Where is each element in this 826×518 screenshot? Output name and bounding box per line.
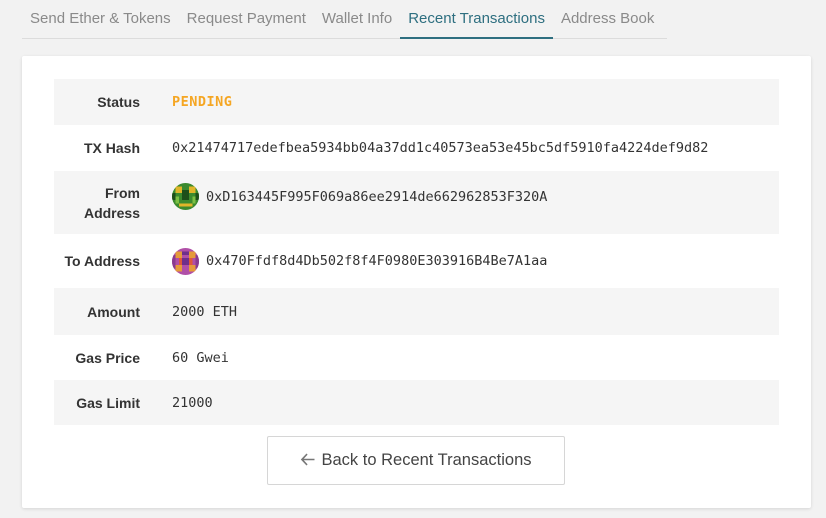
to-address-value: 0x470Ffdf8d4Db502f8f4F0980E303916B4Be7A1… <box>206 253 548 269</box>
to-address-row: To Address 0x470Ffdf8d4Db502f8f4F0980E30… <box>54 234 779 288</box>
from-address-value-wrap: 0xD163445F995F069a86ee2914de662962853F32… <box>172 171 779 210</box>
to-address-label: To Address <box>64 253 140 269</box>
amount-row: Amount 2000 ETH <box>54 288 779 335</box>
transaction-details-table: Status PENDING TX Hash 0x21474717edefbea… <box>54 79 779 425</box>
gas-price-value: 60 Gwei <box>172 349 229 366</box>
gas-price-label: Gas Price <box>75 349 140 366</box>
back-button-label: Back to Recent Transactions <box>321 451 532 469</box>
to-identicon-icon <box>172 247 199 275</box>
from-address-row: From Address 0xD163445F995F069a86ee2914d… <box>54 171 779 234</box>
tab-wallet-info[interactable]: Wallet Info <box>314 0 400 39</box>
arrow-left-icon <box>300 451 315 471</box>
tx-hash-row: TX Hash 0x21474717edefbea5934bb04a37dd1c… <box>54 125 779 171</box>
status-label: Status <box>97 94 140 110</box>
gas-limit-value: 21000 <box>172 394 213 411</box>
gas-limit-row: Gas Limit 21000 <box>54 380 779 425</box>
back-to-recent-transactions-button[interactable]: Back to Recent Transactions <box>267 436 565 485</box>
tab-request-payment[interactable]: Request Payment <box>179 0 314 39</box>
transaction-details-card: Status PENDING TX Hash 0x21474717edefbea… <box>22 56 811 508</box>
to-address-value-wrap: 0x470Ffdf8d4Db502f8f4F0980E303916B4Be7A1… <box>172 247 779 275</box>
tab-address-book[interactable]: Address Book <box>553 0 662 39</box>
tx-hash-label: TX Hash <box>83 140 140 156</box>
from-address-value: 0xD163445F995F069a86ee2914de662962853F32… <box>206 188 548 205</box>
from-address-label: From Address <box>83 184 140 221</box>
from-identicon-icon <box>172 183 199 210</box>
amount-value: 2000 ETH <box>172 303 238 320</box>
gas-limit-label: Gas Limit <box>76 394 140 411</box>
tab-send-ether-tokens[interactable]: Send Ether & Tokens <box>22 0 179 39</box>
tab-recent-transactions[interactable]: Recent Transactions <box>400 0 553 39</box>
amount-label: Amount <box>87 303 140 320</box>
tab-bar: Send Ether & Tokens Request Payment Wall… <box>22 0 667 39</box>
status-value: PENDING <box>172 94 233 110</box>
status-row: Status PENDING <box>54 79 779 125</box>
gas-price-row: Gas Price 60 Gwei <box>54 335 779 380</box>
tx-hash-value: 0x21474717edefbea5934bb04a37dd1c40573ea5… <box>172 140 709 156</box>
